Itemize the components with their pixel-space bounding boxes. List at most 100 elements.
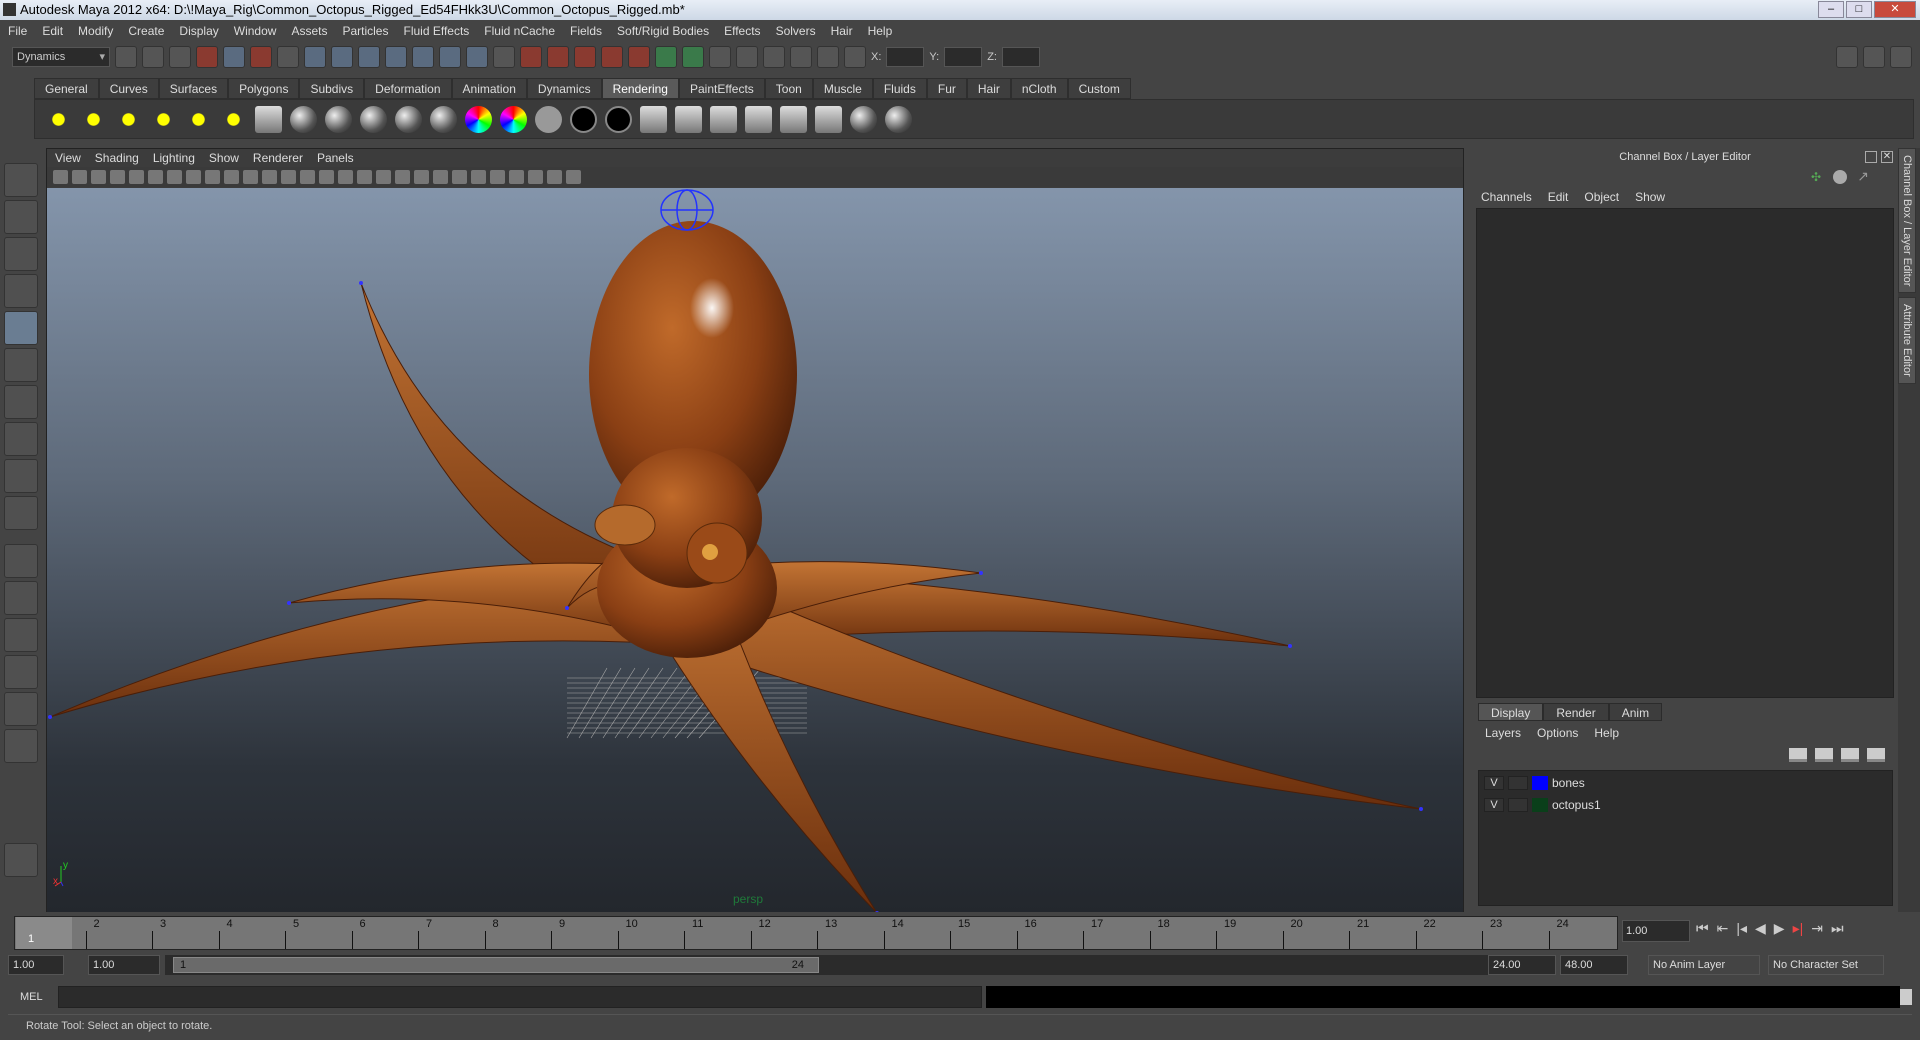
panel-tool-icon[interactable] bbox=[338, 170, 353, 184]
shelf-tab-subdivs[interactable]: Subdivs bbox=[299, 78, 365, 99]
select-deformations-icon[interactable] bbox=[385, 46, 407, 68]
render-view-icon[interactable] bbox=[736, 46, 758, 68]
directional-light-icon[interactable] bbox=[80, 105, 107, 133]
layered-shader-icon[interactable] bbox=[465, 105, 492, 133]
layer-color-swatch[interactable] bbox=[1532, 776, 1548, 790]
panel-tool-icon[interactable] bbox=[300, 170, 315, 184]
shelf-tab-surfaces[interactable]: Surfaces bbox=[158, 78, 229, 99]
panel-tool-icon[interactable] bbox=[205, 170, 220, 184]
ipr-icon[interactable] bbox=[675, 105, 702, 133]
layer-name[interactable]: octopus1 bbox=[1552, 798, 1601, 812]
menu-hair[interactable]: Hair bbox=[831, 24, 853, 38]
shelf-tab-general[interactable]: General bbox=[34, 78, 99, 99]
ambient-light-icon[interactable] bbox=[45, 105, 72, 133]
tentacle-joint-marker[interactable] bbox=[287, 601, 291, 605]
new-empty-layer-icon[interactable] bbox=[1841, 748, 1859, 762]
select-object-icon[interactable] bbox=[223, 46, 245, 68]
layer-color-swatch[interactable] bbox=[1532, 798, 1548, 812]
play-backwards-icon[interactable]: ◀ bbox=[1755, 920, 1766, 937]
panel-tool-icon[interactable] bbox=[452, 170, 467, 184]
menu-file[interactable]: File bbox=[8, 24, 27, 38]
channel-menu-object[interactable]: Object bbox=[1584, 190, 1619, 204]
panel-tool-icon[interactable] bbox=[243, 170, 258, 184]
move-tool-icon[interactable] bbox=[4, 274, 38, 308]
render-settings-icon[interactable] bbox=[817, 46, 839, 68]
anisotropic-icon[interactable] bbox=[430, 105, 457, 133]
menu-fluid-effects[interactable]: Fluid Effects bbox=[403, 24, 469, 38]
character-set-dropdown[interactable]: No Character Set bbox=[1768, 955, 1884, 975]
select-tool-icon[interactable] bbox=[4, 163, 38, 197]
persp-outliner-layout-icon[interactable] bbox=[4, 618, 38, 652]
panel-tool-icon[interactable] bbox=[509, 170, 524, 184]
toggle-attribute-editor-icon[interactable] bbox=[1836, 46, 1858, 68]
side-tab-channel-box-layer-editor[interactable]: Channel Box / Layer Editor bbox=[1898, 148, 1916, 294]
shelf-tab-painteffects[interactable]: PaintEffects bbox=[678, 78, 765, 99]
x-field[interactable] bbox=[886, 47, 925, 67]
shelf-tab-ncloth[interactable]: nCloth bbox=[1010, 78, 1068, 99]
paint-brush-icon[interactable] bbox=[885, 105, 912, 133]
viewport-menu-view[interactable]: View bbox=[55, 151, 81, 165]
construction-history-icon[interactable] bbox=[709, 46, 731, 68]
close-button[interactable]: ✕ bbox=[1874, 1, 1916, 18]
channel-list[interactable] bbox=[1476, 208, 1894, 698]
menu-particles[interactable]: Particles bbox=[342, 24, 388, 38]
panel-tool-icon[interactable] bbox=[72, 170, 87, 184]
octopus-model[interactable] bbox=[47, 188, 1463, 912]
select-rendering-icon[interactable] bbox=[439, 46, 461, 68]
single-perspective-layout-icon[interactable] bbox=[4, 544, 38, 578]
snap-point-icon[interactable] bbox=[574, 46, 596, 68]
panel-tool-icon[interactable] bbox=[566, 170, 581, 184]
layer-name[interactable]: bones bbox=[1552, 776, 1585, 790]
show-manipulator-icon[interactable] bbox=[4, 459, 38, 493]
shelf-tab-animation[interactable]: Animation bbox=[451, 78, 527, 99]
panel-tool-icon[interactable] bbox=[376, 170, 391, 184]
panel-tool-icon[interactable] bbox=[471, 170, 486, 184]
range-bar[interactable]: 1 24 bbox=[173, 957, 819, 973]
layer-row[interactable]: Vbones bbox=[1479, 773, 1892, 793]
play-forwards-icon[interactable]: ▶ bbox=[1774, 920, 1785, 937]
playback-start-field[interactable]: 1.00 bbox=[88, 955, 160, 975]
3d-scene[interactable]: persp y x bbox=[47, 188, 1463, 912]
step-forward-key-icon[interactable]: ⇥ bbox=[1811, 920, 1823, 937]
layer-visibility-toggle[interactable]: V bbox=[1484, 776, 1504, 790]
shelf-tab-rendering[interactable]: Rendering bbox=[601, 78, 679, 99]
channel-menu-show[interactable]: Show bbox=[1635, 190, 1665, 204]
menu-modify[interactable]: Modify bbox=[78, 24, 113, 38]
panel-tool-icon[interactable] bbox=[490, 170, 505, 184]
menu-solvers[interactable]: Solvers bbox=[776, 24, 816, 38]
panel-tool-icon[interactable] bbox=[357, 170, 372, 184]
tentacle-joint-marker[interactable] bbox=[1419, 807, 1423, 811]
select-joints-icon[interactable] bbox=[304, 46, 326, 68]
rotate-tool-icon[interactable] bbox=[4, 311, 38, 345]
minimize-button[interactable]: – bbox=[1818, 1, 1844, 18]
shelf-tab-muscle[interactable]: Muscle bbox=[812, 78, 873, 99]
new-scene-icon[interactable] bbox=[115, 46, 137, 68]
panel-tool-icon[interactable] bbox=[186, 170, 201, 184]
select-misc-icon[interactable] bbox=[466, 46, 488, 68]
make-live-icon[interactable] bbox=[628, 46, 650, 68]
phong-e-icon[interactable] bbox=[395, 105, 422, 133]
viewport-menu-show[interactable]: Show bbox=[209, 151, 239, 165]
menu-set-dropdown[interactable]: Dynamics bbox=[12, 47, 110, 67]
shelf-tab-deformation[interactable]: Deformation bbox=[364, 78, 452, 99]
point-light-icon[interactable] bbox=[115, 105, 142, 133]
menu-edit[interactable]: Edit bbox=[42, 24, 63, 38]
channel-menu-channels[interactable]: Channels bbox=[1481, 190, 1532, 204]
step-forward-frame-icon[interactable]: ▸| bbox=[1793, 920, 1804, 937]
channel-menu-edit[interactable]: Edit bbox=[1548, 190, 1569, 204]
animation-start-field[interactable]: 1.00 bbox=[8, 955, 64, 975]
select-component-icon[interactable] bbox=[250, 46, 272, 68]
surface-shader-icon[interactable] bbox=[570, 105, 597, 133]
panel-tool-icon[interactable] bbox=[148, 170, 163, 184]
panel-tool-icon[interactable] bbox=[91, 170, 106, 184]
tentacle-joint-marker[interactable] bbox=[48, 715, 52, 719]
animation-end-field[interactable]: 48.00 bbox=[1560, 955, 1628, 975]
soft-modification-icon[interactable] bbox=[4, 422, 38, 456]
last-tool-icon[interactable] bbox=[4, 496, 38, 530]
perspective-viewport[interactable]: View Shading Lighting Show Renderer Panels pe… bbox=[46, 148, 1464, 912]
go-to-start-icon[interactable]: ⏮ bbox=[1696, 920, 1709, 937]
hypershade-icon[interactable] bbox=[255, 105, 282, 133]
time-slider[interactable]: 1234567891011121314151617181920212223241 bbox=[14, 916, 1618, 950]
panel-tool-icon[interactable] bbox=[395, 170, 410, 184]
panel-tool-icon[interactable] bbox=[547, 170, 562, 184]
